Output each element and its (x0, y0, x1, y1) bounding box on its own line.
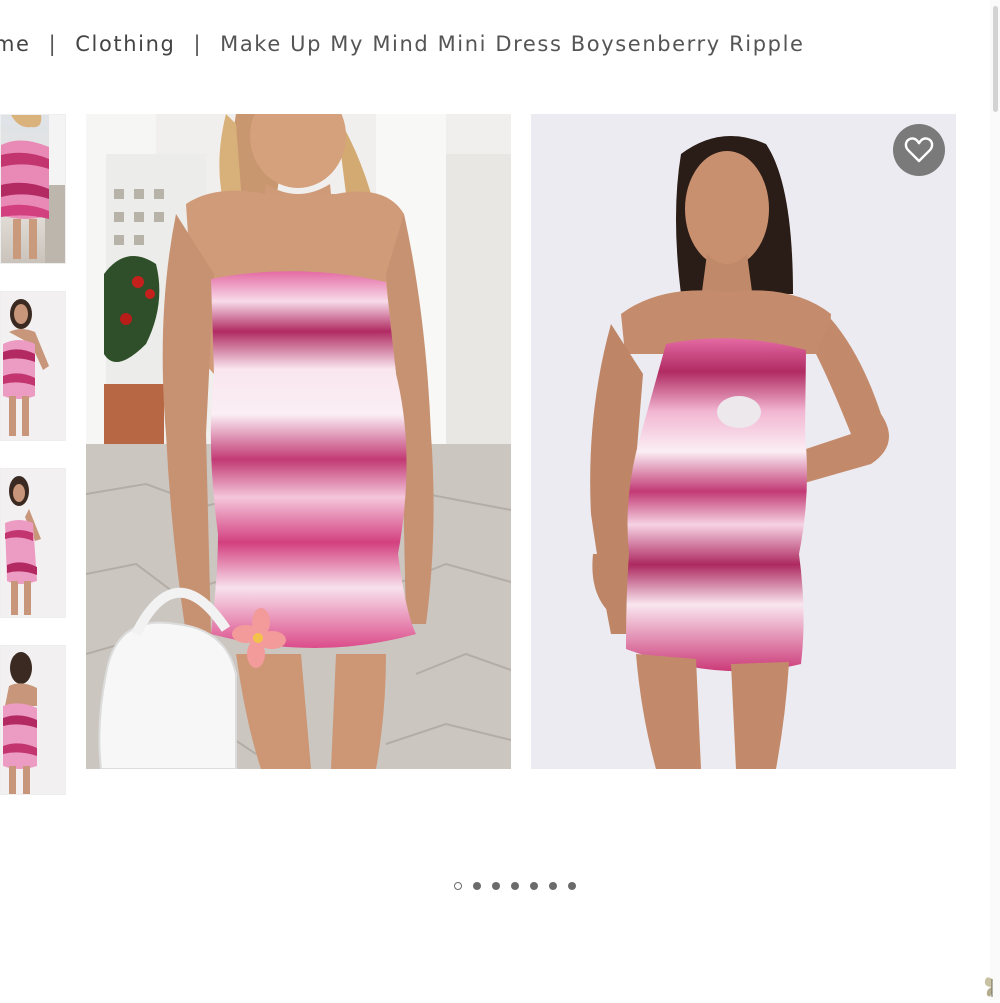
carousel-pagination (454, 882, 576, 890)
breadcrumb-current: Make Up My Mind Mini Dress Boysenberry R… (220, 32, 805, 56)
thumbnail-1-image (1, 115, 65, 263)
thumbnail-4[interactable] (0, 645, 66, 795)
thumbnail-2[interactable] (0, 291, 66, 441)
pagination-dot-2[interactable] (473, 882, 481, 890)
heart-outline-icon (904, 137, 934, 163)
thumbnail-2-image (3, 299, 49, 436)
scrollbar-track[interactable] (990, 0, 1000, 1000)
product-photo-studio[interactable] (531, 114, 956, 769)
chat-widget-icon[interactable] (984, 975, 1000, 1003)
pagination-dot-3[interactable] (492, 882, 500, 890)
pagination-dot-4[interactable] (511, 882, 519, 890)
breadcrumb-separator: | (48, 32, 58, 56)
pagination-dot-7[interactable] (568, 882, 576, 890)
thumbnail-4-image (3, 652, 37, 794)
wishlist-button[interactable] (893, 124, 945, 176)
product-photo-studio-image (531, 114, 956, 769)
thumbnail-3-image (5, 476, 41, 615)
thumbnail-1[interactable] (0, 114, 66, 264)
product-photo-lifestyle[interactable] (86, 114, 511, 769)
breadcrumb: me | Clothing | Make Up My Mind Mini Dre… (0, 28, 805, 60)
butterfly-icon (984, 977, 993, 997)
breadcrumb-separator: | (193, 32, 203, 56)
product-photo-lifestyle-image (86, 114, 511, 769)
scrollbar-thumb[interactable] (993, 6, 998, 112)
breadcrumb-home[interactable]: me (0, 32, 31, 56)
pagination-dot-5[interactable] (530, 882, 538, 890)
thumbnail-3[interactable] (0, 468, 66, 618)
pagination-dot-1[interactable] (454, 882, 462, 890)
breadcrumb-clothing[interactable]: Clothing (75, 32, 175, 56)
pagination-dot-6[interactable] (549, 882, 557, 890)
